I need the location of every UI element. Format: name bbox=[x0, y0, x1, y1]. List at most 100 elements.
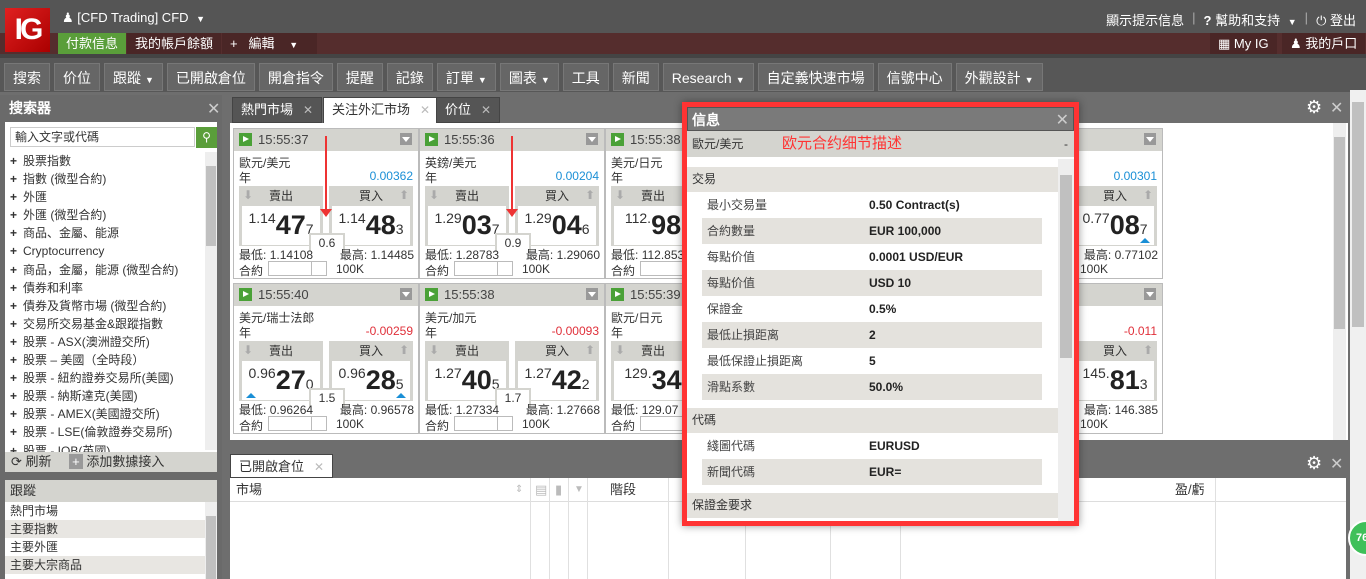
close-icon[interactable]: ✕ bbox=[1330, 454, 1343, 474]
nav-item-5[interactable]: 提醒 bbox=[336, 63, 383, 91]
tracking-item[interactable]: 主要大宗商品 bbox=[5, 556, 217, 574]
play-icon[interactable] bbox=[239, 133, 252, 146]
price-prefix: 1.29 bbox=[524, 210, 552, 226]
show-tips-link[interactable]: 顯示提示信息 bbox=[1106, 10, 1184, 29]
payment-info-button[interactable]: 付款信息 bbox=[58, 33, 127, 54]
tree-item[interactable]: + 股票 - LSE(倫敦證券交易所) bbox=[10, 423, 205, 441]
page-scrollbar[interactable] bbox=[1350, 90, 1366, 579]
nav-item-3[interactable]: 已開啟倉位 bbox=[166, 63, 255, 91]
tracking-item[interactable]: 熱門市場 bbox=[5, 502, 217, 520]
edit-button[interactable]: + 編輯 ▼ bbox=[222, 33, 317, 54]
tab-open-positions[interactable]: 已開啟倉位 ✕ bbox=[230, 454, 334, 478]
close-icon[interactable]: ✕ bbox=[481, 103, 491, 117]
tracking-item[interactable]: 主要外匯 bbox=[5, 538, 217, 556]
chart-icon[interactable]: ▮ bbox=[555, 478, 562, 502]
tree-item[interactable]: + 股票 - 紐約證券交易所(美國) bbox=[10, 369, 205, 387]
nav-item-11[interactable]: Research ▼ bbox=[662, 63, 754, 91]
tree-item[interactable]: + 股票 - AMEX(美國證交所) bbox=[10, 405, 205, 423]
close-icon[interactable]: ✕ bbox=[207, 99, 220, 119]
refresh-button[interactable]: ⟳ 刷新 bbox=[11, 454, 52, 469]
news-icon[interactable]: ▤ bbox=[535, 478, 547, 502]
close-icon[interactable]: ✕ bbox=[1056, 109, 1069, 133]
quantity-stepper[interactable] bbox=[454, 261, 513, 276]
nav-item-9[interactable]: 工具 bbox=[562, 63, 609, 91]
tree-item[interactable]: + 外匯 (微型合約) bbox=[10, 206, 205, 224]
tree-item[interactable]: + 商品、金屬、能源 bbox=[10, 224, 205, 242]
play-icon[interactable] bbox=[425, 133, 438, 146]
chevron-down-icon[interactable]: ▼ bbox=[574, 478, 584, 502]
tree-item[interactable]: + 債券及貨幣市場 (微型合約) bbox=[10, 297, 205, 315]
price-fraction: 5 bbox=[395, 376, 404, 392]
nav-item-1[interactable]: 价位 bbox=[54, 63, 100, 91]
nav-item-14[interactable]: 外觀設計 ▼ bbox=[955, 63, 1043, 91]
quantity-stepper[interactable] bbox=[268, 261, 327, 276]
close-icon[interactable]: ✕ bbox=[420, 103, 430, 117]
column-pnl[interactable]: 盈/虧 bbox=[1175, 478, 1205, 502]
nav-item-4[interactable]: 開倉指令 bbox=[258, 63, 333, 91]
market-card: 15:55:38 美元/加元年 -0.00093 ⬇ 賣出 1.27405 ⬆ 買入 1.274… bbox=[419, 283, 605, 434]
tab-hot-markets[interactable]: 熱門市場 ✕ bbox=[232, 97, 323, 123]
close-icon[interactable]: ✕ bbox=[1330, 98, 1343, 118]
search-icon[interactable]: ⚲ bbox=[196, 127, 217, 148]
tracking-item[interactable]: 主要指數 bbox=[5, 520, 217, 538]
tree-item[interactable]: + 股票 – 美國（全時段） bbox=[10, 351, 205, 369]
card-menu-dropdown[interactable] bbox=[400, 288, 412, 300]
nav-item-2[interactable]: 跟蹤 ▼ bbox=[104, 63, 163, 91]
card-menu-dropdown[interactable] bbox=[586, 133, 598, 145]
quantity-stepper[interactable] bbox=[268, 416, 327, 431]
close-icon[interactable]: ✕ bbox=[303, 103, 313, 117]
card-menu-dropdown[interactable] bbox=[1144, 133, 1156, 145]
card-menu-dropdown[interactable] bbox=[1144, 288, 1156, 300]
buy-button[interactable]: ⬆ 買入 145.813 bbox=[1073, 341, 1157, 401]
play-icon[interactable] bbox=[425, 288, 438, 301]
search-input[interactable]: 輸入文字或代碼 bbox=[10, 127, 195, 147]
high-label: 最高: bbox=[525, 248, 554, 262]
nav-item-6[interactable]: 記錄 bbox=[386, 63, 433, 91]
add-feed-button[interactable]: + 添加數據接入 bbox=[69, 454, 164, 469]
account-selector[interactable]: ♟ [CFD Trading] CFD ▼ bbox=[62, 10, 205, 26]
nav-item-0[interactable]: 搜索 bbox=[4, 63, 50, 91]
card-menu-dropdown[interactable] bbox=[586, 288, 598, 300]
quantity-stepper[interactable] bbox=[454, 416, 513, 431]
play-icon[interactable] bbox=[611, 288, 624, 301]
tree-scrollbar[interactable] bbox=[205, 152, 217, 450]
gear-icon[interactable]: ⚙ bbox=[1306, 97, 1322, 118]
tree-item[interactable]: + 股票 - ASX(澳洲證交所) bbox=[10, 333, 205, 351]
sort-icon[interactable]: ⇕ bbox=[515, 478, 523, 502]
play-icon[interactable] bbox=[611, 133, 624, 146]
column-stage[interactable]: 階段 bbox=[610, 478, 636, 502]
logout-link[interactable]: ⏻ 登出 bbox=[1316, 10, 1356, 29]
buy-button[interactable]: ⬆ 買入 0.77087 bbox=[1073, 186, 1157, 246]
tab-prices[interactable]: 价位 ✕ bbox=[436, 97, 501, 123]
tree-item[interactable]: + 債券和利率 bbox=[10, 279, 205, 297]
grid-scrollbar[interactable] bbox=[1333, 123, 1346, 440]
tree-item[interactable]: + 交易所交易基金&跟蹤指數 bbox=[10, 315, 205, 333]
gear-icon[interactable]: ⚙ bbox=[1306, 453, 1322, 474]
my-ig-button[interactable]: ▦ My IG bbox=[1210, 33, 1277, 54]
info-row: 滑點系數 50.0% bbox=[702, 374, 1042, 400]
play-icon[interactable] bbox=[239, 288, 252, 301]
nav-label: 信號中心 bbox=[886, 70, 943, 86]
nav-item-13[interactable]: 信號中心 bbox=[877, 63, 952, 91]
nav-item-7[interactable]: 訂單 ▼ bbox=[436, 63, 496, 91]
tree-item[interactable]: + 商品，金屬，能源 (微型合約) bbox=[10, 261, 205, 279]
dialog-scrollbar[interactable] bbox=[1058, 159, 1074, 521]
column-market[interactable]: 市場 bbox=[236, 478, 262, 502]
tree-item[interactable]: + 指數 (微型合約) bbox=[10, 170, 205, 188]
nav-item-8[interactable]: 圖表 ▼ bbox=[499, 63, 559, 91]
nav-item-12[interactable]: 自定義快速市場 bbox=[757, 63, 874, 91]
tab-fx-watch[interactable]: 关注外汇市场 ✕ bbox=[323, 97, 440, 125]
my-account-button[interactable]: ♟ 我的戶口 bbox=[1282, 33, 1366, 54]
account-balance-button[interactable]: 我的帳戶餘額 bbox=[127, 33, 222, 54]
card-menu-dropdown[interactable] bbox=[400, 133, 412, 145]
nav-item-10[interactable]: 新聞 bbox=[612, 63, 659, 91]
close-icon[interactable]: ✕ bbox=[314, 460, 324, 474]
tree-item[interactable]: + Cryptocurrency bbox=[10, 242, 205, 260]
tree-item[interactable]: + 股票指數 bbox=[10, 152, 205, 170]
tree-item[interactable]: + 外匯 bbox=[10, 188, 205, 206]
tree-item[interactable]: + 股票 - 納斯達克(美國) bbox=[10, 387, 205, 405]
tracking-scrollbar[interactable] bbox=[205, 502, 217, 579]
price-prefix: 1.27 bbox=[434, 365, 462, 381]
collapse-button[interactable]: - bbox=[1064, 131, 1068, 157]
help-support-link[interactable]: ? 幫助和支持 ▼ bbox=[1204, 10, 1297, 29]
